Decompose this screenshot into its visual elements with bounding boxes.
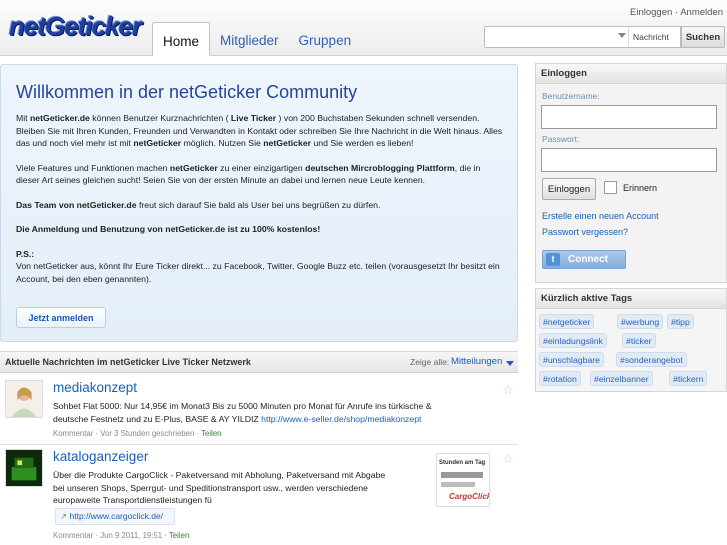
tag-item[interactable]: #rotation: [539, 371, 581, 386]
share-link[interactable]: Teilen: [169, 531, 189, 540]
divider: [0, 444, 518, 445]
chevron-down-icon[interactable]: [506, 361, 514, 366]
comment-link[interactable]: Kommentar: [53, 429, 93, 438]
news-time: Jun 9 2011, 19:51: [100, 531, 163, 540]
username-label: Benutzername:: [542, 91, 600, 101]
tag-item[interactable]: #werbung: [617, 314, 664, 329]
welcome-paragraph-3: Das Team von netGeticker.de freut sich d…: [16, 199, 381, 210]
tag-item[interactable]: #unschlagbare: [539, 352, 604, 367]
top-links: Einloggen · Anmelden: [630, 7, 723, 18]
welcome-title: Willkommen in der netGeticker Community: [16, 82, 358, 102]
share-link[interactable]: Teilen: [201, 429, 221, 438]
search-button[interactable]: Suchen: [681, 26, 725, 48]
news-link[interactable]: http://www.cargoclick.de/: [70, 511, 164, 521]
search-input[interactable]: [485, 27, 615, 47]
news-header: Aktuelle Nachrichten im netGeticker Live…: [0, 351, 518, 373]
link-preview[interactable]: ↗ http://www.cargoclick.de/: [55, 508, 175, 525]
news-user-name[interactable]: kataloganzeiger: [53, 449, 148, 464]
tag-item[interactable]: #tipp: [667, 314, 694, 329]
main-tabs: Home Mitglieder Gruppen: [152, 22, 361, 56]
tab-mitglieder[interactable]: Mitglieder: [210, 22, 289, 55]
tag-item[interactable]: #einladungslink: [539, 333, 607, 348]
news-time: Vor 3 Stunden geschrieben: [100, 429, 195, 438]
login-panel: Einloggen Benutzername: Passwort: Einlog…: [535, 63, 727, 283]
create-account-link[interactable]: Erstelle einen neuen Account: [542, 211, 659, 221]
login-link[interactable]: Einloggen: [630, 7, 672, 18]
welcome-text: Mit netGeticker.de können Benutzer Kurzn…: [16, 112, 506, 297]
tag-item[interactable]: #einzelbanner: [590, 371, 653, 386]
separator: ·: [674, 7, 679, 18]
password-label: Passwort:: [542, 134, 580, 144]
tab-home[interactable]: Home: [152, 22, 211, 56]
news-item: mediakonzept Sohbet Flat 5000: Nur 14,95…: [0, 380, 518, 442]
welcome-panel: Willkommen in der netGeticker Community …: [0, 64, 518, 342]
tag-item[interactable]: #sonderangebot: [616, 352, 687, 367]
news-text: Über die Produkte CargoClick - Paketvers…: [53, 470, 386, 505]
remember-checkbox[interactable]: [604, 181, 617, 194]
avatar[interactable]: [5, 380, 43, 418]
news-attachment-image[interactable]: Stunden am Tag CargoClick: [436, 453, 490, 507]
star-icon[interactable]: ☆: [502, 451, 514, 467]
tag-item[interactable]: #netgeticker: [539, 314, 595, 329]
tag-item[interactable]: #tickern: [669, 371, 708, 386]
twitter-connect-button[interactable]: t Connect: [542, 250, 626, 269]
news-meta: Kommentar · Jun 9 2011, 19:51 · Teilen: [53, 531, 190, 540]
remember-label: Erinnern: [623, 183, 658, 193]
news-filter-select[interactable]: Mitteilungen: [451, 356, 502, 367]
search-dropdown-icon[interactable]: [618, 33, 626, 38]
tags-title: Kürzlich aktive Tags: [536, 289, 726, 309]
username-field[interactable]: [541, 105, 717, 129]
welcome-paragraph-4: Die Anmeldung und Benutzung von netGetic…: [16, 224, 321, 234]
password-field[interactable]: [541, 148, 717, 172]
avatar[interactable]: [5, 449, 43, 487]
external-link-icon: ↗: [60, 511, 68, 521]
search-box: Nachricht: [484, 26, 681, 48]
header: netGeticker Einloggen · Anmelden Home Mi…: [0, 0, 727, 56]
tag-item[interactable]: #ticker: [622, 333, 656, 348]
twitter-icon: t: [546, 253, 560, 266]
news-item: kataloganzeiger Über die Produkte CargoC…: [0, 449, 518, 545]
tags-panel: Kürzlich aktive Tags #netgeticker #werbu…: [535, 288, 727, 392]
news-text: Sohbet Flat 5000: Nur 14,95€ im Monat3 B…: [53, 401, 432, 424]
logo[interactable]: netGeticker: [9, 11, 142, 42]
news-filter-label: Zeige alle:: [410, 357, 450, 367]
login-button[interactable]: Einloggen: [542, 178, 596, 200]
welcome-ps: P.S.: Von netGeticker aus, könnt Ihr Eure…: [16, 248, 500, 284]
welcome-paragraph-1: Mit netGeticker.de können Benutzer Kurzn…: [16, 113, 503, 148]
search-scope-select[interactable]: Nachricht: [628, 27, 669, 47]
news-meta: Kommentar · Vor 3 Stunden geschrieben · …: [53, 429, 222, 438]
forgot-password-link[interactable]: Passwort vergessen?: [542, 227, 628, 237]
connect-label: Connect: [568, 254, 608, 265]
signup-button[interactable]: Jetzt anmelden: [16, 307, 106, 328]
news-link[interactable]: http://www.e-seller.de/shop/mediakonzept: [261, 414, 421, 424]
login-title: Einloggen: [536, 64, 726, 84]
register-link[interactable]: Anmelden: [680, 7, 723, 18]
comment-link[interactable]: Kommentar: [53, 531, 93, 540]
news-title: Aktuelle Nachrichten im netGeticker Live…: [5, 357, 251, 367]
news-user-name[interactable]: mediakonzept: [53, 380, 137, 395]
tab-gruppen[interactable]: Gruppen: [289, 22, 362, 55]
welcome-paragraph-2: Viele Features und Funktionen machen net…: [16, 162, 481, 186]
star-icon[interactable]: ☆: [502, 382, 514, 398]
